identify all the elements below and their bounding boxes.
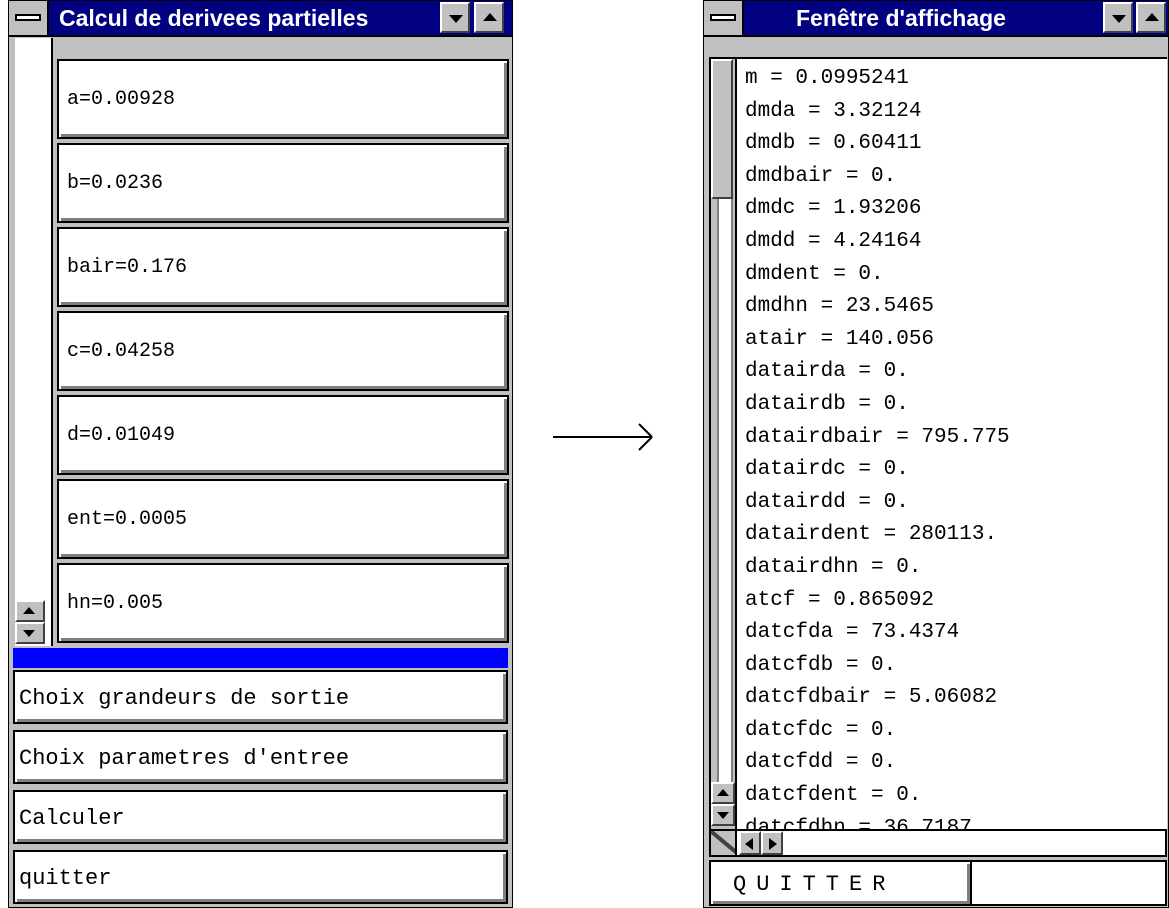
window-title: Fenêtre d'affichage: [796, 5, 1006, 31]
param-field-hn[interactable]: hn=0.005: [57, 563, 509, 643]
result-line: datcfda = 73.4374: [745, 621, 960, 645]
result-line: dmda = 3.32124: [745, 99, 922, 123]
selection-bar: [13, 648, 508, 668]
choose-inputs-button[interactable]: Choix parametres d'entree: [13, 730, 508, 784]
system-menu-icon[interactable]: [9, 1, 49, 35]
title-bar[interactable]: Fenêtre d'affichage: [704, 1, 1168, 37]
result-lines: m = 0.0995241 dmda = 3.32124 dmdb = 0.6041…: [745, 63, 1010, 845]
scroll-down-icon[interactable]: [711, 804, 735, 826]
param-field-a[interactable]: a=0.00928: [57, 59, 509, 139]
result-line: m = 0.0995241: [745, 67, 909, 90]
param-field-ent[interactable]: ent=0.0005: [57, 479, 509, 559]
maximize-icon[interactable]: [1136, 2, 1166, 33]
result-line: atair = 140.056: [745, 327, 935, 351]
param-field-bair[interactable]: bair=0.176: [57, 227, 509, 307]
result-line: datcfdbair = 5.06082: [745, 686, 998, 710]
result-line: dmdbair = 0.: [745, 164, 897, 188]
quit-display-button[interactable]: QUITTER: [709, 860, 972, 906]
scroll-right-icon[interactable]: [761, 831, 783, 855]
scroll-up-icon[interactable]: [711, 782, 735, 804]
button-label: Calculer: [19, 806, 125, 831]
param-field-d[interactable]: d=0.01049: [57, 395, 509, 475]
results-vertical-scrollbar[interactable]: [711, 59, 737, 830]
derivatives-window: Calcul de derivees partielles a=0.00928 …: [8, 0, 513, 908]
result-line: datairdbair = 795.775: [745, 425, 1010, 449]
button-label: Choix parametres d'entree: [19, 746, 350, 771]
system-menu-icon[interactable]: [704, 1, 744, 35]
result-line: datairdc = 0.: [745, 458, 909, 482]
result-line: datairdd = 0.: [745, 490, 909, 514]
results-horizontal-scrollbar[interactable]: [709, 829, 1167, 857]
scroll-left-icon[interactable]: [739, 831, 761, 855]
param-field-c[interactable]: c=0.04258: [57, 311, 509, 391]
scroll-track[interactable]: [717, 199, 733, 782]
scroll-up-icon[interactable]: [15, 600, 45, 622]
minimize-icon[interactable]: [1103, 2, 1133, 33]
param-scrollbar[interactable]: [15, 38, 53, 646]
result-line: datcfdd = 0.: [745, 751, 897, 775]
result-line: dmdhn = 23.5465: [745, 295, 935, 319]
result-line: datairdent = 280113.: [745, 523, 998, 547]
param-field-b[interactable]: b=0.0236: [57, 143, 509, 223]
button-label: QUITTER: [733, 872, 896, 897]
param-text: a=0.00928: [67, 88, 176, 111]
result-line: datcfdc = 0.: [745, 718, 897, 742]
results-list[interactable]: m = 0.0995241 dmda = 3.32124 dmdb = 0.6041…: [709, 57, 1167, 840]
result-line: datairda = 0.: [745, 360, 909, 384]
param-text: d=0.01049: [67, 424, 176, 447]
result-line: datcfdent = 0.: [745, 784, 922, 808]
result-line: dmdb = 0.60411: [745, 132, 922, 156]
result-line: dmdent = 0.: [745, 262, 884, 286]
quit-button[interactable]: quitter: [13, 850, 508, 904]
window-title: Calcul de derivees partielles: [59, 5, 369, 31]
param-text: ent=0.0005: [67, 508, 188, 531]
param-text: c=0.04258: [67, 340, 176, 363]
param-text: bair=0.176: [67, 256, 188, 279]
resize-corner: [711, 831, 737, 855]
result-line: datairdb = 0.: [745, 392, 909, 416]
display-window: Fenêtre d'affichage m = 0.0995241 dmda = …: [703, 0, 1169, 908]
choose-outputs-button[interactable]: Choix grandeurs de sortie: [13, 670, 508, 724]
minimize-icon[interactable]: [440, 2, 470, 33]
param-text: b=0.0236: [67, 172, 164, 195]
result-line: atcf = 0.865092: [745, 588, 935, 612]
maximize-icon[interactable]: [474, 2, 504, 33]
button-label: quitter: [19, 866, 112, 891]
status-area: [972, 860, 1167, 906]
result-line: datairdhn = 0.: [745, 555, 922, 579]
title-bar[interactable]: Calcul de derivees partielles: [9, 1, 512, 37]
scroll-down-icon[interactable]: [15, 622, 45, 644]
result-line: dmdd = 4.24164: [745, 229, 922, 253]
result-line: datcfdb = 0.: [745, 653, 897, 677]
param-text: hn=0.005: [67, 592, 164, 615]
scroll-thumb[interactable]: [711, 59, 733, 199]
button-label: Choix grandeurs de sortie: [19, 686, 350, 711]
result-line: dmdc = 1.93206: [745, 197, 922, 221]
compute-button[interactable]: Calculer: [13, 790, 508, 844]
arrow-right-icon: [553, 423, 653, 451]
